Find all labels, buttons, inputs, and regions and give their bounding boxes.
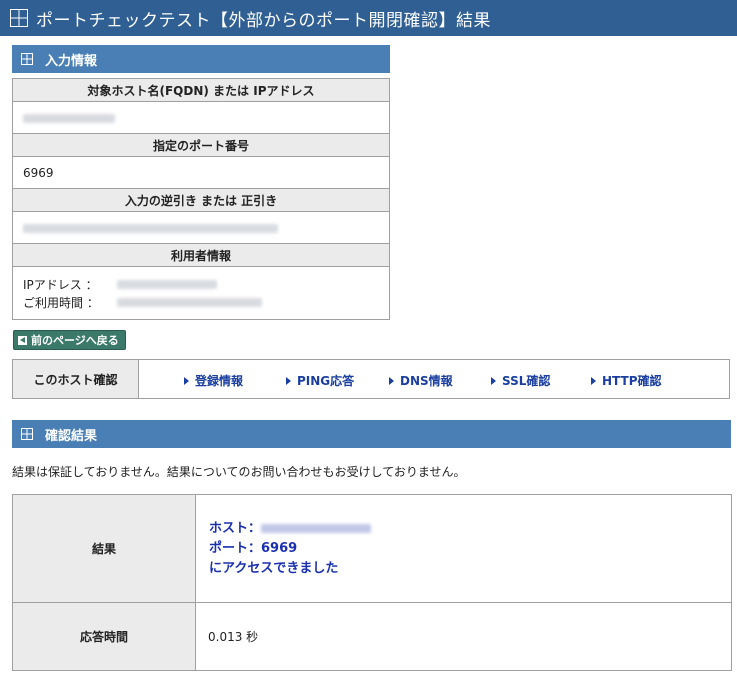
port-value: 6969 — [12, 156, 390, 189]
link-ssl-label: SSL確認 — [502, 374, 551, 388]
link-ping[interactable]: PING応答 — [286, 372, 354, 389]
link-ping-label: PING応答 — [297, 374, 355, 388]
user-ip-label: IPアドレス ： — [23, 277, 98, 292]
grid-icon — [21, 53, 33, 65]
disclaimer-note: 結果は保証しておりません。結果についてのお問い合わせもお受けしておりません。 — [12, 465, 466, 479]
result-label: 結果 — [12, 494, 196, 603]
result-port-line: ポート：6969 — [209, 540, 298, 556]
result-text: ホスト： ポート：6969 にアクセスできました — [197, 519, 730, 579]
user-info-value: IPアドレス ： ご利用時間 ： — [12, 266, 390, 320]
port-label: 指定のポート番号 — [12, 133, 390, 157]
link-dns[interactable]: DNS情報 — [389, 372, 453, 389]
input-section-header: 入力情報 — [12, 45, 390, 73]
response-time-label: 応答時間 — [12, 602, 196, 671]
input-info-table: 対象ホスト名(FQDN) または IPアドレス 指定のポート番号 6969 入力… — [12, 78, 390, 320]
host-check-bar: このホスト確認 登録情報 PING応答 DNS情報 SSL確認 HTTP確認 — [12, 359, 730, 399]
link-registration[interactable]: 登録情報 — [184, 372, 243, 389]
link-dns-label: DNS情報 — [400, 374, 453, 388]
page-header: ポートチェックテスト【外部からのポート開閉確認】結果 — [0, 0, 737, 36]
reverse-lookup-label: 入力の逆引き または 正引き — [12, 188, 390, 212]
triangle-right-icon — [286, 376, 291, 385]
triangle-right-icon — [591, 376, 596, 385]
result-host-line: ホスト： — [209, 519, 730, 539]
result-section-title: 確認結果 — [45, 428, 98, 444]
grid-icon — [21, 428, 33, 440]
link-registration-label: 登録情報 — [195, 374, 244, 388]
response-time-value: 0.013 秒 — [195, 602, 732, 671]
user-ip-row: IPアドレス ： — [23, 275, 379, 293]
host-check-label: このホスト確認 — [13, 360, 139, 398]
link-ssl[interactable]: SSL確認 — [491, 372, 550, 389]
result-host-prefix: ホスト： — [209, 520, 262, 536]
page-title: ポートチェックテスト【外部からのポート開閉確認】結果 — [36, 10, 491, 31]
triangle-right-icon — [184, 376, 189, 385]
host-check-links: 登録情報 PING応答 DNS情報 SSL確認 HTTP確認 — [139, 360, 729, 398]
back-arrow-icon — [18, 335, 27, 345]
redacted-host — [23, 113, 115, 123]
result-table: 結果 ホスト： ポート：6969 にアクセスできました 応答時間 0.013 秒 — [12, 494, 732, 671]
result-access-line: にアクセスできました — [209, 560, 339, 576]
host-value — [12, 101, 390, 134]
link-http[interactable]: HTTP確認 — [591, 372, 662, 389]
link-http-label: HTTP確認 — [602, 374, 662, 388]
redacted-reverse — [23, 223, 278, 233]
result-section-header: 確認結果 — [12, 420, 731, 448]
redacted-ip — [117, 279, 217, 289]
triangle-right-icon — [491, 376, 496, 385]
back-button[interactable]: 前のページへ戻る — [13, 330, 126, 350]
user-info-label: 利用者情報 — [12, 243, 390, 267]
reverse-lookup-value — [12, 211, 390, 244]
back-button-label: 前のページへ戻る — [31, 334, 119, 347]
redacted-result-host — [261, 523, 372, 533]
redacted-time — [117, 297, 262, 307]
result-value: ホスト： ポート：6969 にアクセスできました — [195, 494, 732, 603]
host-label: 対象ホスト名(FQDN) または IPアドレス — [12, 78, 390, 102]
user-time-row: ご利用時間 ： — [23, 293, 379, 311]
user-time-label: ご利用時間 ： — [23, 295, 99, 310]
input-section-title: 入力情報 — [45, 53, 98, 69]
grid-icon — [10, 9, 28, 27]
triangle-right-icon — [389, 376, 394, 385]
